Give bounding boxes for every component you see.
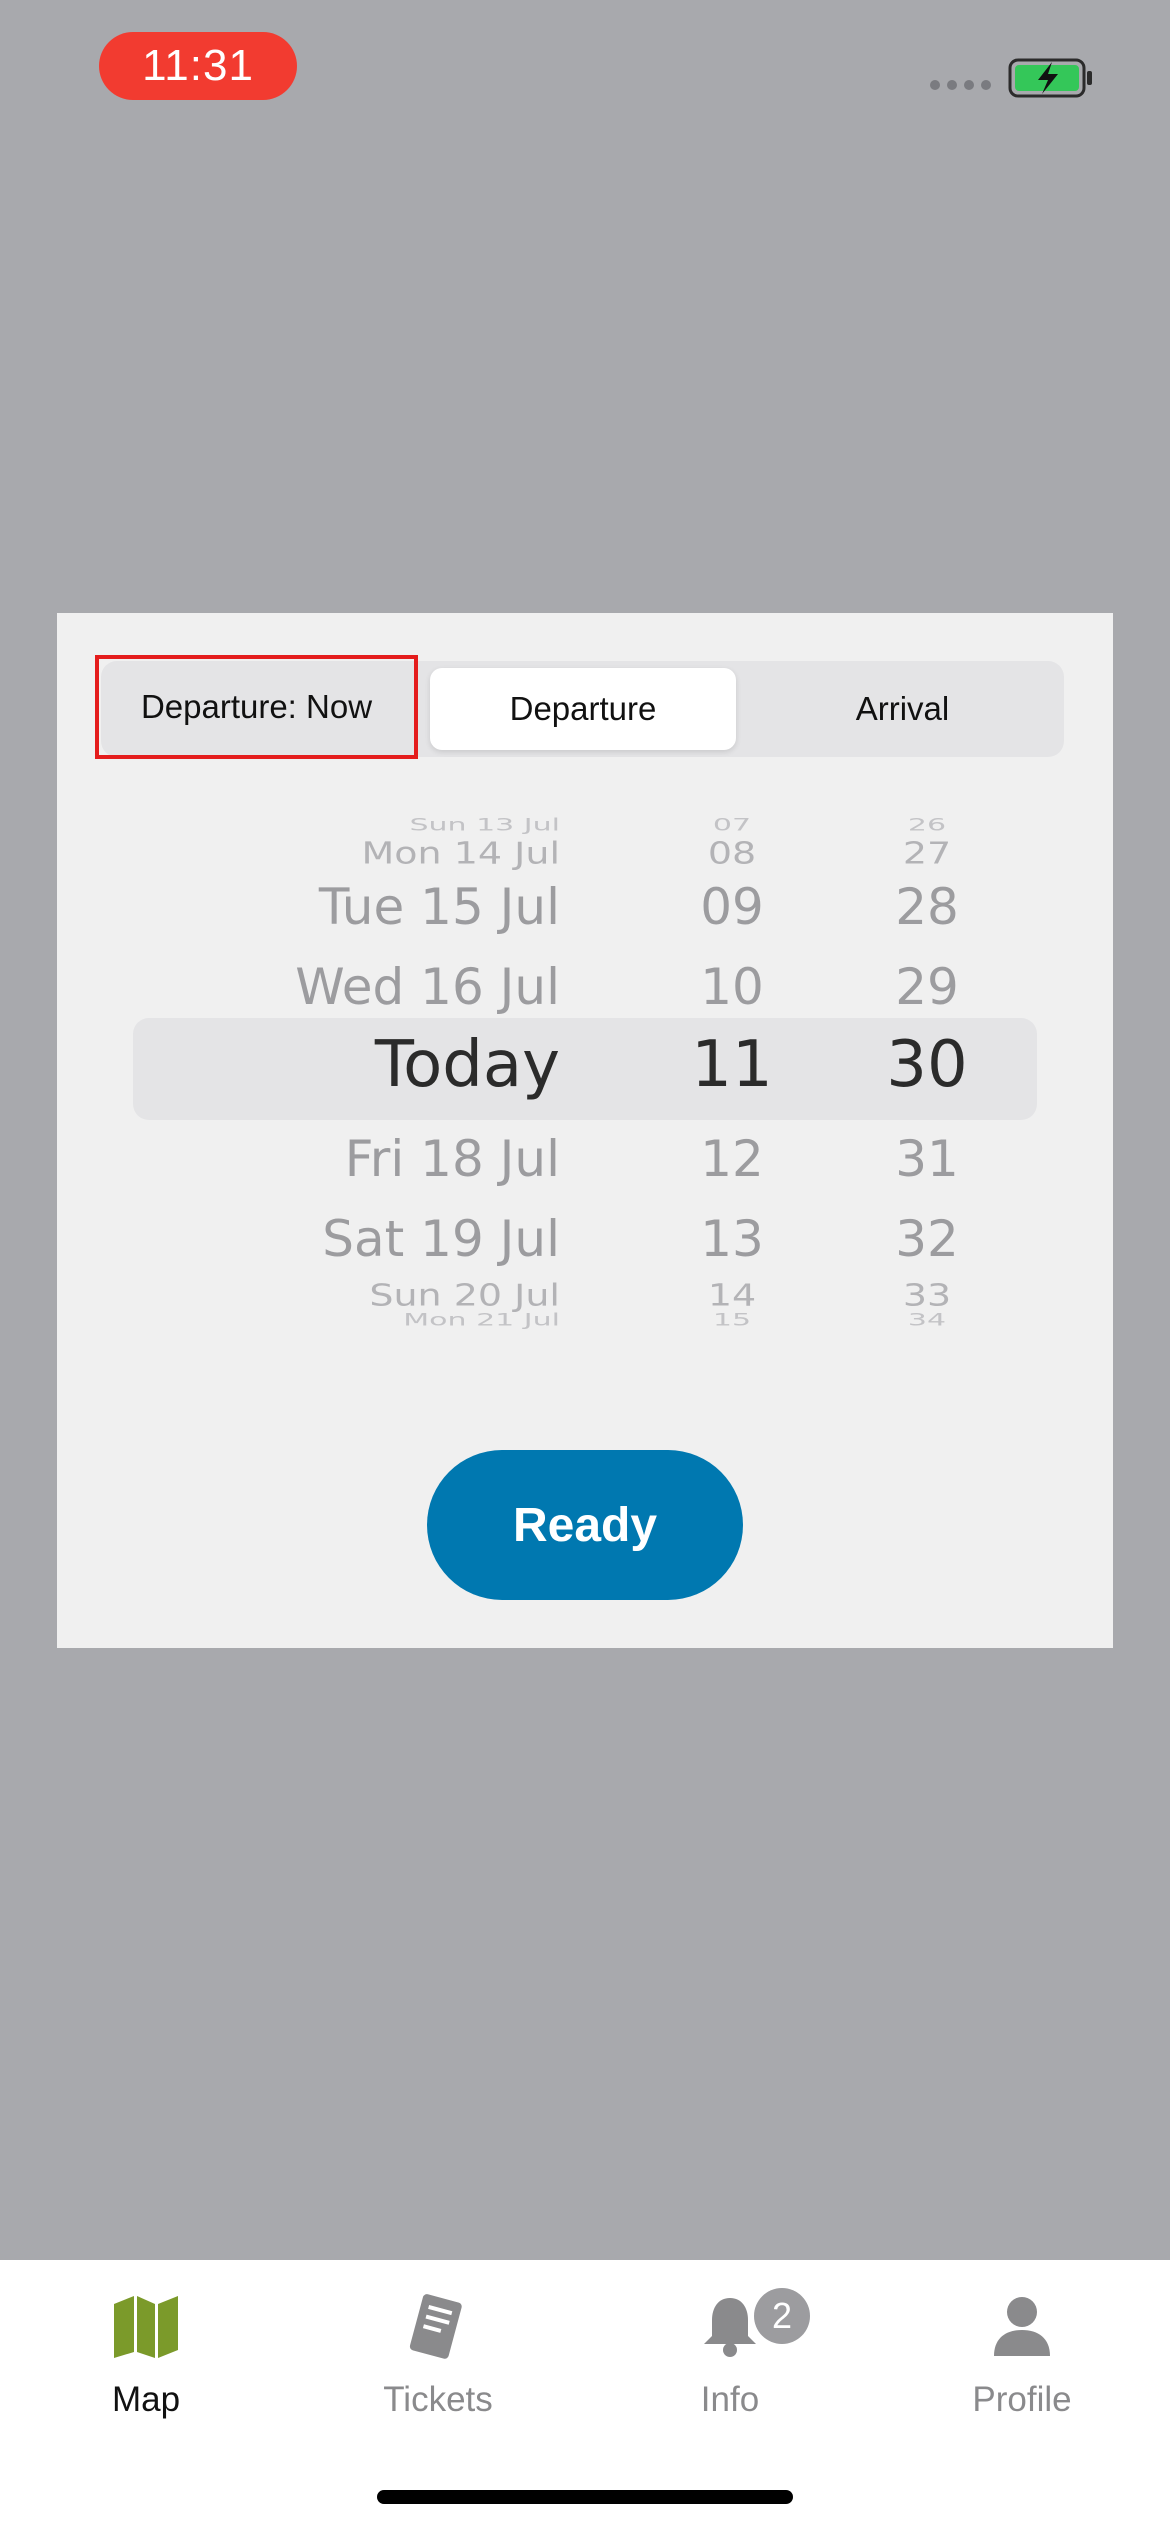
tab-info-label: Info (700, 2380, 760, 2419)
picker-day: Wed 16 Jul (295, 958, 560, 1016)
info-badge: 2 (754, 2288, 810, 2344)
picker-day: Mon 21 Jul (403, 1310, 560, 1331)
picker-hour: 15 (712, 1310, 752, 1331)
tab-profile[interactable]: Profile (876, 2290, 1168, 2440)
status-time: 11:31 (99, 32, 297, 100)
picker-day: Mon 14 Jul (361, 835, 560, 871)
arrival-option[interactable]: Arrival (741, 661, 1064, 757)
picker-minute: 29 (895, 958, 959, 1016)
tab-tickets[interactable]: Tickets (292, 2290, 584, 2440)
signal-icon (930, 80, 991, 90)
home-indicator (377, 2490, 793, 2504)
picker-hour: 07 (712, 815, 752, 836)
picker-minute-selected: 30 (886, 1028, 968, 1102)
ticket-icon (409, 2294, 462, 2359)
tab-info[interactable]: 2 Info (584, 2288, 876, 2440)
person-icon (994, 2297, 1050, 2356)
picker-minute: 33 (902, 1277, 952, 1313)
picker-minute: 28 (895, 878, 959, 936)
picker-hour: 12 (700, 1130, 764, 1188)
picker-minute: 27 (902, 835, 952, 871)
tab-map[interactable]: Map (0, 2290, 292, 2440)
departure-time-modal: Departure: Now Departure Arrival Sun 13 … (57, 613, 1113, 1648)
battery-charging-icon (1008, 58, 1092, 98)
picker-minute: 32 (895, 1210, 959, 1268)
tab-tickets-label: Tickets (383, 2380, 493, 2419)
picker-hour-selected: 11 (691, 1028, 773, 1102)
picker-day: Sun 20 Jul (369, 1277, 560, 1313)
picker-hour: 13 (700, 1210, 764, 1268)
date-time-picker[interactable]: Sun 13 Jul 07 26 Mon 14 Jul 08 27 Tue 15… (57, 803, 1113, 1333)
departure-now-option[interactable]: Departure: Now (95, 655, 418, 759)
picker-hour: 09 (700, 878, 764, 936)
map-icon (114, 2296, 178, 2358)
picker-day: Fri 18 Jul (344, 1130, 560, 1188)
picker-hour: 14 (707, 1277, 757, 1313)
ready-button[interactable]: Ready (427, 1450, 743, 1600)
picker-minute: 34 (907, 1310, 947, 1331)
picker-day: Tue 15 Jul (318, 878, 560, 936)
picker-hour: 10 (700, 958, 764, 1016)
picker-hour: 08 (707, 835, 757, 871)
picker-day-selected: Today (374, 1028, 560, 1102)
picker-day: Sun 13 Jul (409, 815, 560, 836)
picker-day: Sat 19 Jul (322, 1210, 560, 1268)
tab-map-label: Map (111, 2380, 181, 2419)
tab-profile-label: Profile (972, 2380, 1072, 2419)
departure-arrival-switch: Departure: Now Departure Arrival (95, 655, 1064, 759)
departure-option[interactable]: Departure (430, 668, 736, 750)
picker-minute: 31 (895, 1130, 959, 1188)
picker-minute: 26 (907, 815, 947, 836)
